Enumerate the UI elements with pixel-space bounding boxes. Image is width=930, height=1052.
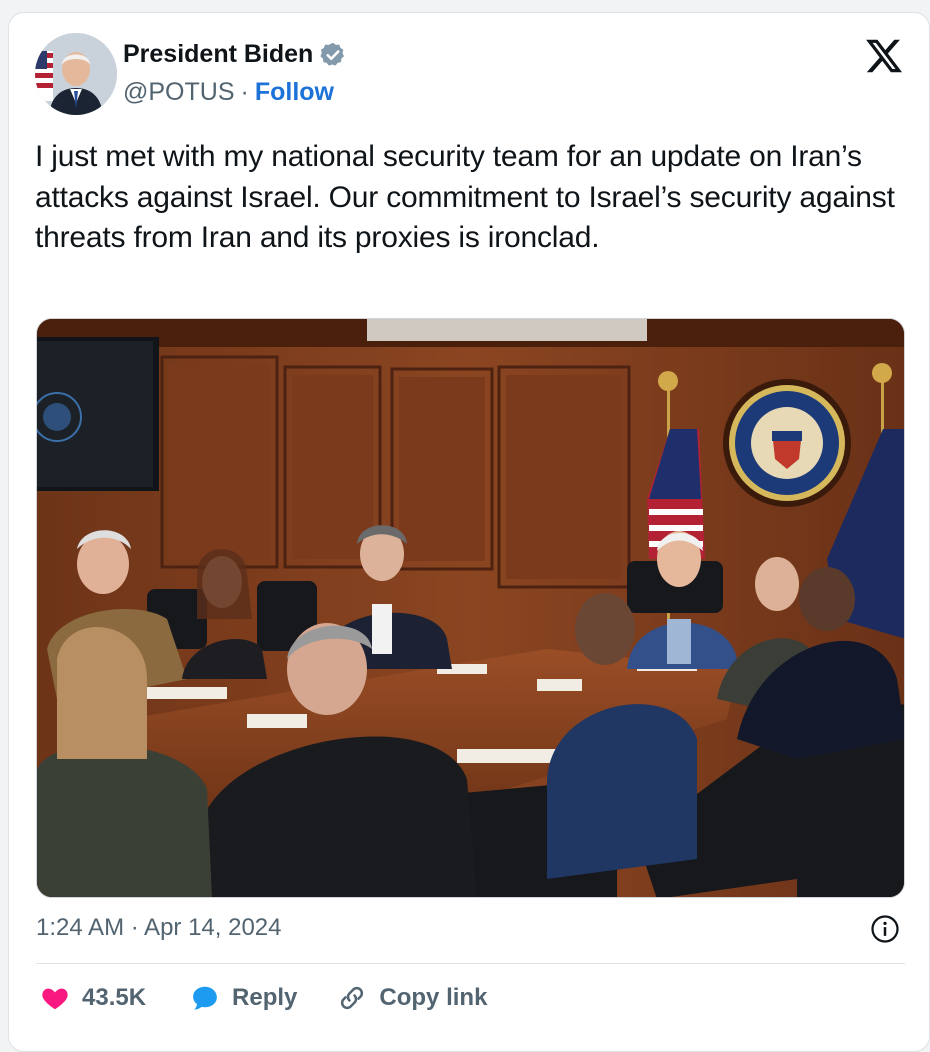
verified-badge-icon [320, 42, 345, 66]
tweet-actions: 43.5K Reply Copy link [40, 983, 487, 1013]
follow-button[interactable]: Follow [255, 78, 334, 107]
tweet-timestamp[interactable]: 1:24 AM · Apr 14, 2024 [36, 914, 282, 942]
situation-room-photo [37, 319, 904, 897]
speech-bubble-icon [193, 986, 217, 1010]
reply-button[interactable]: Reply [190, 983, 297, 1013]
author-handle-row: @POTUS · Follow [123, 78, 334, 107]
like-button[interactable]: 43.5K [40, 983, 146, 1013]
avatar-image [35, 33, 117, 115]
tweet-photo[interactable] [36, 318, 905, 898]
footer-divider [36, 963, 905, 964]
link-icon [341, 986, 364, 1010]
author-avatar[interactable] [35, 33, 117, 115]
copy-link-button[interactable]: Copy link [337, 983, 487, 1013]
likes-count: 43.5K [82, 984, 147, 1011]
author-handle[interactable]: @POTUS [123, 78, 235, 107]
heart-icon [42, 988, 68, 1010]
copy-link-label: Copy link [379, 984, 488, 1011]
handle-separator: · [240, 78, 249, 106]
x-logo-icon[interactable] [864, 36, 904, 76]
author-display-name[interactable]: President Biden [123, 40, 313, 69]
info-icon[interactable] [870, 914, 900, 944]
tweet-text: I just met with my national security tea… [35, 140, 895, 254]
reply-label: Reply [232, 984, 298, 1011]
author-name-row: President Biden [123, 40, 347, 69]
